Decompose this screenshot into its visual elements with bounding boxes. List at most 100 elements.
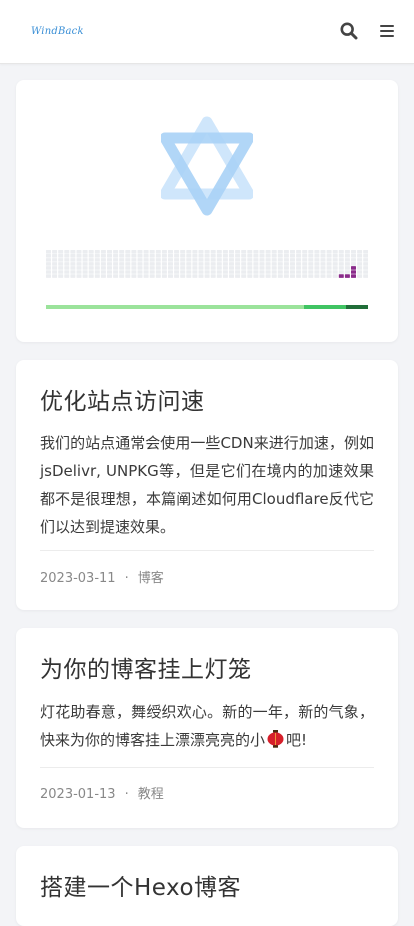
contribution-cell	[100, 270, 106, 274]
contribution-cell	[222, 274, 228, 278]
post-category[interactable]: 教程	[138, 787, 164, 802]
contribution-cell	[357, 254, 363, 258]
contribution-cell	[198, 266, 204, 270]
contribution-cell	[320, 258, 326, 262]
contribution-cell	[308, 262, 314, 266]
contribution-cell	[107, 266, 112, 270]
contribution-cell	[271, 258, 277, 262]
contribution-cell	[137, 258, 143, 262]
contribution-cell	[308, 266, 314, 270]
post-category[interactable]: 博客	[138, 571, 164, 586]
contribution-cell	[70, 250, 76, 254]
contribution-cell	[338, 254, 344, 258]
contribution-cell	[229, 274, 234, 278]
contribution-cell	[64, 274, 70, 278]
contribution-cell	[363, 250, 369, 254]
contribution-cell	[235, 250, 241, 254]
contribution-cell	[302, 258, 308, 262]
contribution-cell	[216, 274, 222, 278]
post-card[interactable]: 优化站点访问速 我们的站点通常会使用一些CDN来进行加速，例如jsDelivr,…	[16, 360, 398, 610]
contribution-cell	[180, 258, 186, 262]
contribution-cell	[363, 270, 369, 274]
contribution-cell	[119, 274, 125, 278]
contribution-cell	[113, 254, 119, 258]
site-logo[interactable]: WindBack	[31, 26, 84, 37]
contribution-cell	[155, 270, 161, 274]
contribution-cell	[186, 258, 192, 262]
contribution-cell	[308, 270, 314, 274]
contribution-cell	[326, 262, 332, 266]
post-title[interactable]: 搭建一个Hexo博客	[40, 868, 241, 902]
post-date: 2023-03-11	[40, 571, 116, 586]
post-excerpt: 我们的站点通常会使用一些CDN来进行加速，例如jsDelivr, UNPKG等，…	[40, 434, 374, 536]
contribution-cell	[168, 266, 173, 270]
contribution-cell	[302, 266, 308, 270]
search-icon[interactable]	[340, 22, 360, 42]
post-meta: 2023-03-11 · 博客	[40, 567, 164, 586]
contribution-cell	[235, 270, 241, 274]
contribution-cell	[88, 262, 94, 266]
contribution-cell	[161, 274, 167, 278]
contribution-cell	[283, 250, 289, 254]
contribution-cell	[82, 274, 88, 278]
post-excerpt: 灯花助春意，舞绶织欢心。新的一年，新的气象，快来为你的博客挂上漂漂亮亮的小 吧!	[40, 698, 374, 757]
contribution-cell	[125, 270, 131, 274]
contribution-cell	[125, 274, 131, 278]
contribution-cell	[192, 266, 198, 270]
contribution-cell	[76, 250, 82, 254]
contribution-cell	[52, 254, 58, 258]
contribution-cell	[351, 258, 356, 262]
contribution-cell	[131, 254, 137, 258]
contribution-cell	[161, 250, 167, 254]
contribution-cell	[283, 254, 289, 258]
contribution-cell	[100, 250, 106, 254]
contribution-cell	[46, 254, 51, 258]
contribution-cell	[186, 254, 192, 258]
contribution-cell	[64, 266, 70, 270]
contribution-cell	[320, 254, 326, 258]
contribution-cell	[363, 266, 369, 270]
post-card[interactable]: 为你的博客挂上灯笼 灯花助春意，舞绶织欢心。新的一年，新的气象，快来为你的博客挂…	[16, 628, 398, 828]
contribution-cell	[46, 274, 51, 278]
contribution-cell	[283, 270, 289, 274]
contribution-cell	[326, 254, 332, 258]
contribution-cell	[58, 270, 64, 274]
contribution-cell	[363, 258, 369, 262]
contribution-cell	[180, 266, 186, 270]
contribution-cell	[253, 258, 259, 262]
contribution-cell	[241, 262, 247, 266]
contribution-cell	[277, 274, 283, 278]
contribution-cell	[271, 270, 277, 274]
contribution-cell	[131, 274, 137, 278]
contribution-cell	[351, 262, 356, 266]
contribution-cell	[210, 262, 216, 266]
contribution-cell	[76, 258, 82, 262]
hamburger-menu-icon[interactable]	[379, 22, 399, 42]
contribution-cell	[52, 266, 58, 270]
contribution-cell	[283, 258, 289, 262]
contribution-cell	[351, 266, 356, 270]
contribution-cell	[271, 262, 277, 266]
contribution-cell	[174, 274, 180, 278]
post-title[interactable]: 优化站点访问速	[40, 382, 205, 416]
contribution-cell	[229, 262, 234, 266]
contribution-cell	[290, 250, 295, 254]
contribution-cell	[216, 250, 222, 254]
contribution-cell	[320, 262, 326, 266]
contribution-cell	[247, 270, 253, 274]
post-card[interactable]: 搭建一个Hexo博客	[16, 846, 398, 926]
contribution-cell	[241, 266, 247, 270]
contribution-cell	[119, 270, 125, 274]
contribution-cell	[149, 274, 155, 278]
contribution-cell	[259, 250, 265, 254]
contribution-cell	[351, 254, 356, 258]
contribution-cell	[70, 274, 76, 278]
contribution-cell	[351, 274, 356, 278]
contribution-cell	[314, 266, 320, 270]
contribution-cell	[149, 250, 155, 254]
contribution-cell	[253, 274, 259, 278]
contribution-cell	[70, 266, 76, 270]
contribution-cell	[52, 274, 58, 278]
contribution-graph	[46, 250, 369, 278]
post-title[interactable]: 为你的博客挂上灯笼	[40, 650, 252, 684]
